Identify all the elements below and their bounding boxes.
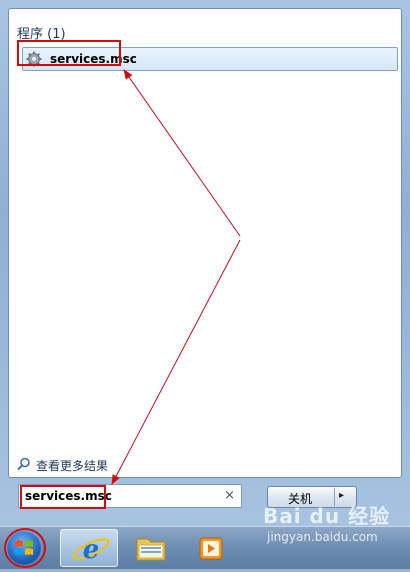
red-highlight-search: [20, 485, 106, 509]
start-menu: 程序 (1) services.msc 查看更多结果 services.msc …: [0, 0, 410, 526]
search-icon: [17, 457, 30, 471]
red-highlight-start: [4, 528, 46, 568]
taskbar-windows-explorer[interactable]: [122, 529, 180, 567]
see-more-results-label: 查看更多结果: [36, 459, 109, 473]
clear-search-icon[interactable]: ×: [224, 488, 235, 503]
taskbar-media-player[interactable]: [184, 529, 242, 567]
watermark-url: jingyan.baidu.com: [267, 530, 378, 544]
svg-text:e: e: [83, 535, 100, 565]
media-player-icon: [199, 537, 223, 560]
watermark-brand: Bai du 经验: [263, 504, 391, 528]
taskbar-internet-explorer[interactable]: e: [60, 529, 118, 567]
internet-explorer-icon: e: [72, 535, 110, 565]
search-results-panel: 程序 (1) services.msc 查看更多结果: [8, 8, 402, 478]
folder-icon: [136, 538, 166, 561]
red-highlight-result: [17, 40, 121, 66]
